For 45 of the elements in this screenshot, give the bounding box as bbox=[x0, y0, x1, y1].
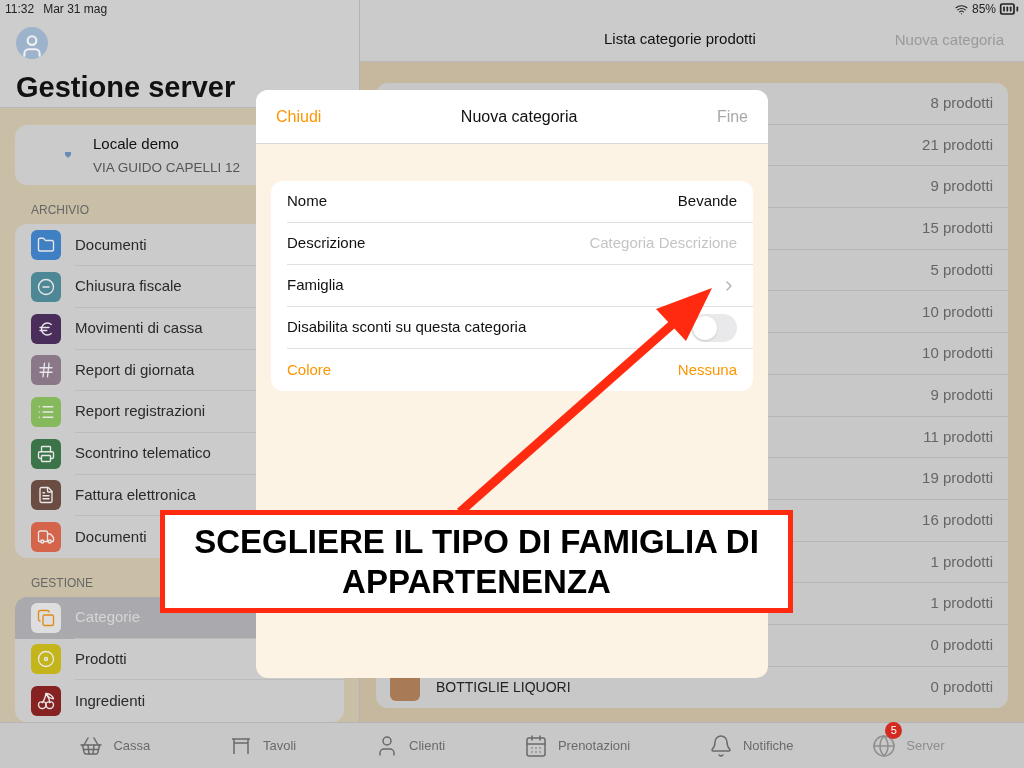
section-header: ARCHIVIO bbox=[31, 202, 89, 220]
item-label: Scontrino telematico bbox=[75, 442, 211, 463]
item-label: Documenti bbox=[75, 234, 147, 255]
product-count: 19 prodotti bbox=[922, 468, 993, 489]
field-label: Disabilita sconti su questa categoria bbox=[287, 317, 527, 338]
product-count: 9 prodotti bbox=[930, 384, 993, 405]
status-time: 11:32 bbox=[5, 1, 35, 18]
product-count: 5 prodotti bbox=[930, 259, 993, 280]
item-label: Report registrazioni bbox=[75, 401, 206, 422]
product-count: 11 prodotti bbox=[923, 426, 993, 447]
status-date: Mar 31 mag bbox=[43, 1, 108, 18]
item-label: Prodotti bbox=[75, 648, 127, 669]
field-label: Nome bbox=[287, 191, 327, 212]
item-label: Report di giornata bbox=[75, 359, 195, 380]
item-label: Movimenti di cassa bbox=[75, 317, 203, 338]
battery-level: 85% bbox=[971, 1, 996, 18]
item-label: Documenti bbox=[75, 526, 147, 547]
field-value: Bevande bbox=[677, 191, 737, 212]
product-count: 8 prodotti bbox=[930, 93, 993, 114]
field-label: Descrizione bbox=[287, 233, 366, 254]
product-count: 21 prodotti bbox=[922, 134, 993, 155]
modal-title: Nuova categoria bbox=[460, 106, 578, 127]
page-title: Gestione server bbox=[16, 73, 237, 102]
product-count: 0 prodotti bbox=[930, 677, 993, 698]
product-count: 1 prodotti bbox=[930, 593, 993, 614]
annotation-text: SCEGLIERE IL TIPO DI FAMIGLIA DI bbox=[194, 521, 759, 562]
venue-address: VIA GUIDO CAPELLI 12 bbox=[93, 158, 241, 177]
notification-badge: 5 bbox=[885, 721, 903, 739]
product-count: 16 prodotti bbox=[922, 509, 993, 530]
product-count: 1 prodotti bbox=[930, 551, 993, 572]
product-count: 10 prodotti bbox=[922, 301, 993, 322]
section-header: GESTIONE bbox=[31, 574, 93, 592]
product-count: 9 prodotti bbox=[930, 176, 993, 197]
item-label: Ingredienti bbox=[75, 690, 146, 711]
product-count: 15 prodotti bbox=[922, 218, 993, 239]
item-label: Chiusura fiscale bbox=[75, 276, 182, 297]
venue-name: Locale demo bbox=[93, 134, 180, 155]
category-name: BOTTIGLIE LIQUORI bbox=[436, 677, 571, 697]
product-count: 10 prodotti bbox=[922, 343, 993, 364]
header-title: Lista categorie prodotti bbox=[604, 28, 756, 49]
annotation-text: APPARTENENZA bbox=[342, 561, 611, 602]
product-count: 0 prodotti bbox=[930, 635, 993, 656]
field-label: Colore bbox=[287, 359, 332, 380]
item-label: Fattura elettronica bbox=[75, 484, 196, 505]
field-label: Famiglia bbox=[287, 275, 344, 296]
